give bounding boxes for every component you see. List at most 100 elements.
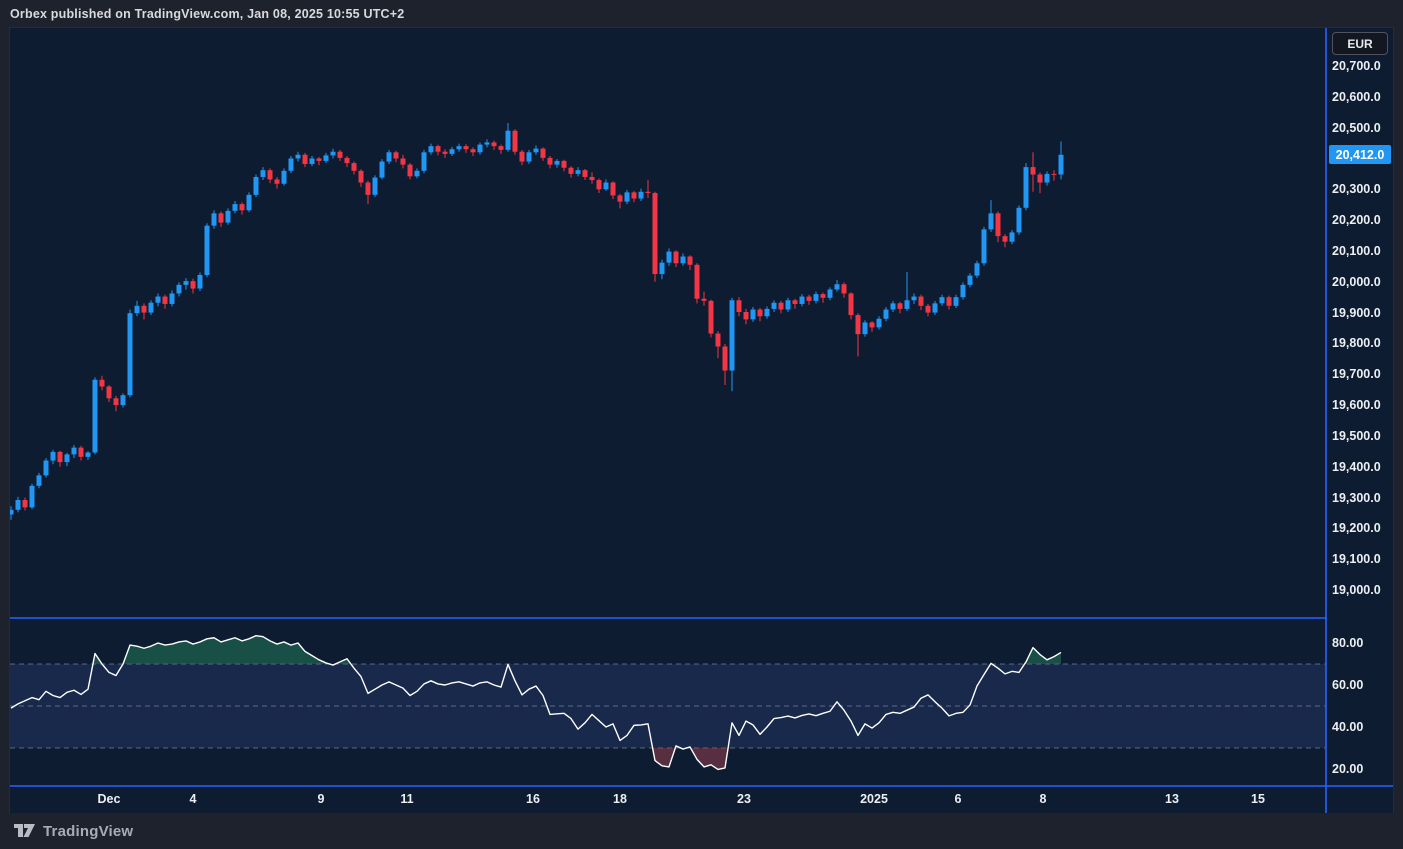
candle-body [254,177,259,195]
candle-body [247,195,252,210]
candle-body [352,163,357,171]
candle-body [660,263,665,274]
candle-body [30,486,35,508]
candle-body [23,500,28,507]
candle-body [37,475,42,485]
candle-body [457,146,462,149]
candle-body [408,165,413,177]
candle-body [947,297,952,306]
candle-body [807,297,812,301]
candle-body [156,297,161,303]
candle-body [912,297,917,301]
candle-body [534,149,539,153]
candle-body [597,180,602,189]
candle-body [674,252,679,264]
candle-body [44,461,49,476]
candle-body [485,142,490,144]
candle-body [380,162,385,178]
candle-body [478,145,483,153]
candle-body [695,265,700,299]
chart-canvas[interactable] [10,28,1393,813]
candle-body [1038,174,1043,182]
candle-body [170,293,175,303]
candle-body [191,281,196,288]
candle-body [527,152,532,161]
candle-body [324,155,329,161]
candle-body [583,170,588,177]
candle-body [590,177,595,180]
publish-header: Orbex published on TradingView.com, Jan … [0,0,1403,28]
candle-body [604,183,609,190]
candle-body [905,300,910,309]
tradingview-logo-icon [14,824,36,838]
candle-body [926,306,931,313]
candle-body [555,161,560,165]
candle-body [765,309,770,316]
candle-body [842,284,847,293]
candle-body [149,303,154,313]
candle-body [1031,167,1036,174]
candle-body [653,193,658,274]
candle-body [611,183,616,196]
candle-body [835,284,840,289]
candle-body [1024,167,1029,208]
candle-body [681,256,686,263]
candle-body [919,297,924,306]
candle-body [16,500,21,510]
candle-body [646,192,651,193]
candle-body [975,263,980,275]
candle-body [79,448,84,457]
candle-body [58,452,63,462]
candle-body [86,453,91,457]
candle-body [891,303,896,309]
candle-body [65,454,70,462]
candle-body [471,149,476,152]
candle-body [954,297,959,306]
candle-body [779,303,784,310]
candle-body [387,152,392,161]
candle-body [961,285,966,297]
tradingview-brand-link[interactable]: TradingView [14,823,133,840]
currency-button[interactable]: EUR [1332,32,1388,55]
candle-body [863,322,868,334]
candle-body [1017,208,1022,233]
candle-body [877,319,882,328]
candle-body [996,213,1001,236]
candle-body [716,334,721,347]
candle-body [884,310,889,319]
candle-body [366,183,371,195]
candle-body [1010,232,1015,241]
candle-body [163,297,168,304]
candle-body [422,152,427,170]
candle-body [499,146,504,150]
candle-body [723,346,728,370]
candle-body [317,158,322,160]
candle-body [394,152,399,158]
last-price-label: 20,412.0 [1329,145,1391,164]
candle-body [814,294,819,301]
chart-panel[interactable]: 20,700.020,600.020,500.020,300.020,200.0… [10,28,1393,813]
candle-body [121,395,126,405]
candle-body [226,211,231,223]
candle-body [184,281,189,285]
candle-body [1003,236,1008,242]
candle-body [100,380,105,387]
candle-body [793,300,798,304]
candle-body [751,310,756,320]
candle-body [401,158,406,164]
candle-body [513,131,518,152]
candle-body [870,322,875,327]
candle-body [310,158,315,164]
candle-body [443,152,448,154]
candle-body [856,315,861,334]
candle-body [772,303,777,309]
candle-body [219,213,224,222]
candle-body [212,213,217,225]
candle-body [688,256,693,264]
candle-body [338,152,343,158]
candle-body [730,300,735,370]
candle-body [345,158,350,163]
candle-body [821,294,826,298]
candle-body [128,313,133,395]
candle-body [10,510,14,515]
